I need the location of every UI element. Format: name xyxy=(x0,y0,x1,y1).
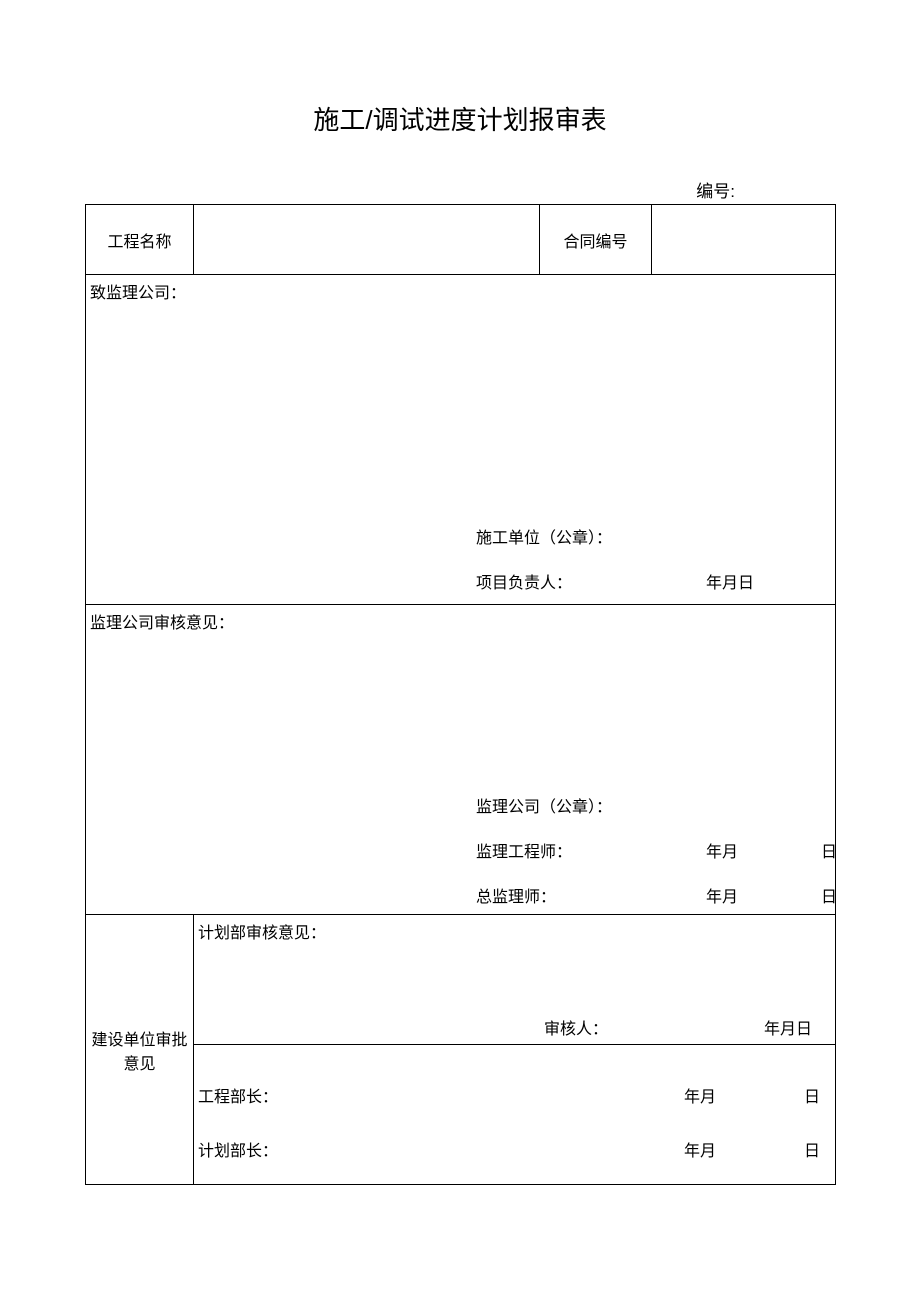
chief-supervisor-d: 日 xyxy=(821,883,837,907)
to-supervision-label: 致监理公司： xyxy=(88,279,833,303)
section-supervision-review: 监理公司审核意见： 监理公司（公章）： 监理工程师： 年月 日 总监理师： 年月… xyxy=(86,605,836,915)
contract-no-value[interactable] xyxy=(652,205,836,275)
contract-no-label: 合同编号 xyxy=(540,205,652,275)
form-table: 工程名称 合同编号 致监理公司： 施工单位（公章）： 项目负责人： 年月日 监理… xyxy=(85,204,836,1185)
plan-dept-head-ym: 年月 xyxy=(684,1137,716,1161)
supervision-engineer-ym: 年月 xyxy=(706,838,738,862)
supervision-review-header: 监理公司审核意见： xyxy=(88,609,833,633)
section-supervision-company: 致监理公司： 施工单位（公章）： 项目负责人： 年月日 xyxy=(86,275,836,605)
doc-number-label: 编号: xyxy=(85,177,835,202)
section-plan-review: 建设单位审批意见 计划部审核意见： 审核人： 年月日 xyxy=(86,915,836,1045)
section-dept-heads: 工程部长： 年月 日 计划部长： 年月 日 xyxy=(86,1045,836,1185)
supervision-stamp-label: 监理公司（公章）： xyxy=(476,793,612,817)
construction-unit-approval-label: 建设单位审批意见 xyxy=(86,915,194,1185)
chief-supervisor-ym: 年月 xyxy=(706,883,738,907)
plan-dept-review-header: 计划部审核意见： xyxy=(196,919,833,943)
supervision-engineer-label: 监理工程师： xyxy=(476,838,572,862)
construction-unit-stamp-label: 施工单位（公章）： xyxy=(476,524,612,548)
reviewer-label: 审核人： xyxy=(544,1015,608,1039)
chief-supervisor-label: 总监理师： xyxy=(476,883,556,907)
plan-dept-head-d: 日 xyxy=(804,1137,820,1161)
project-name-value[interactable] xyxy=(194,205,540,275)
eng-dept-head-ym: 年月 xyxy=(684,1083,716,1107)
form-title: 施工/调试进度计划报审表 xyxy=(85,100,835,137)
supervision-engineer-d: 日 xyxy=(821,838,837,862)
eng-dept-head-label: 工程部长： xyxy=(198,1083,278,1107)
project-name-label: 工程名称 xyxy=(86,205,194,275)
project-leader-label: 项目负责人： xyxy=(476,569,572,593)
eng-dept-head-d: 日 xyxy=(804,1083,820,1107)
reviewer-date: 年月日 xyxy=(764,1015,812,1039)
header-row: 工程名称 合同编号 xyxy=(86,205,836,275)
project-leader-date: 年月日 xyxy=(706,569,754,593)
approval-label-text: 建设单位审批意见 xyxy=(91,1032,187,1073)
plan-dept-head-label: 计划部长： xyxy=(198,1137,278,1161)
